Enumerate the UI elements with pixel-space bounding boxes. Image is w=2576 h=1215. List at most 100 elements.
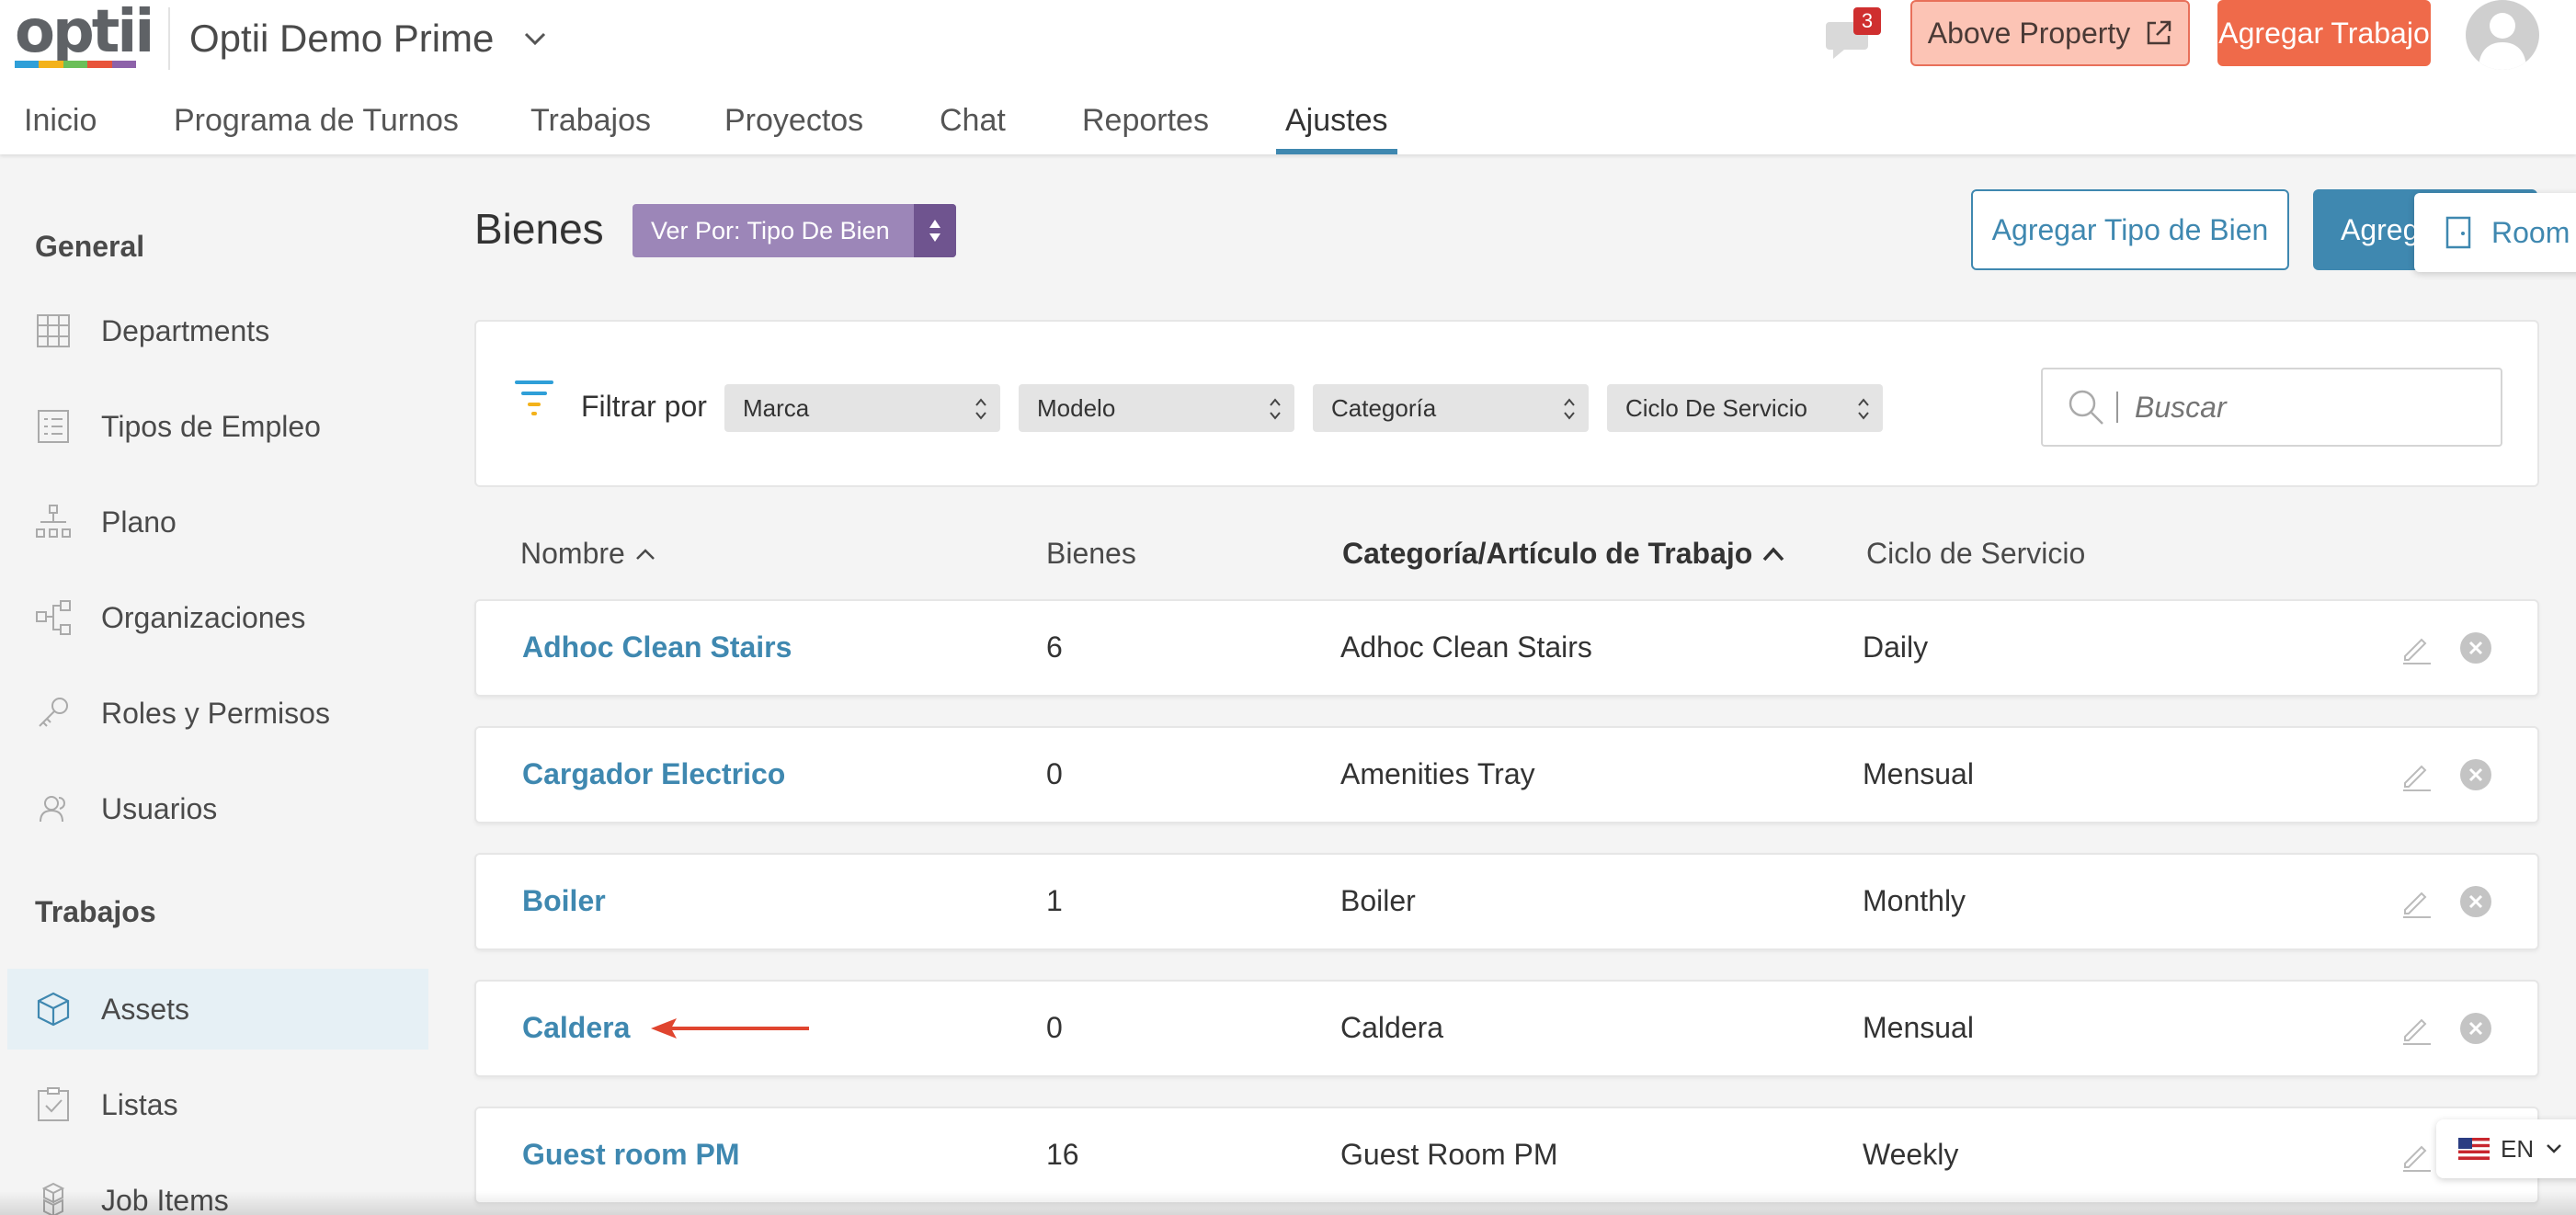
table-row: Cargador Electrico 0 Amenities Tray Mens… xyxy=(474,726,2539,823)
property-selector[interactable]: Optii Demo Prime xyxy=(189,13,549,64)
asset-category: Guest Room PM xyxy=(1340,1138,1558,1171)
add-asset-type-button[interactable]: Agregar Tipo de Bien xyxy=(1971,189,2289,270)
key-icon xyxy=(39,698,68,727)
select-arrows-icon xyxy=(1564,398,1575,420)
close-circle-icon[interactable] xyxy=(2458,884,2493,919)
user-avatar[interactable] xyxy=(2466,0,2539,70)
logo-color-bar xyxy=(15,61,137,68)
chevron-down-icon xyxy=(2547,1144,2562,1153)
sidebar-item-label: Departments xyxy=(101,313,270,347)
asset-category: Boiler xyxy=(1340,884,1416,917)
sidebar-item-label: Listas xyxy=(101,1087,178,1121)
asset-type-name-link[interactable]: Cargador Electrico xyxy=(522,757,785,791)
select-value: Categoría xyxy=(1331,393,1437,422)
column-label: Categoría/Artículo de Trabajo xyxy=(1342,537,1753,570)
nav-chat[interactable]: Chat xyxy=(940,97,1006,154)
select-value: Ciclo De Servicio xyxy=(1625,393,1807,422)
above-property-label: Above Property xyxy=(1927,16,2131,50)
filter-marca-select[interactable]: Marca xyxy=(724,384,1000,432)
page-title: Bienes xyxy=(474,205,604,253)
external-link-icon xyxy=(2148,20,2171,45)
sidebar-item-roles-y-permisos[interactable]: Roles y Permisos xyxy=(7,673,428,754)
top-header: optii Optii Demo Prime 3 Above Property … xyxy=(0,0,2576,154)
language-selector[interactable]: EN xyxy=(2436,1119,2576,1178)
nav-reportes[interactable]: Reportes xyxy=(1082,97,1209,154)
table-row: Guest room PM 16 Guest Room PM Weekly xyxy=(474,1107,2539,1204)
pencil-icon[interactable] xyxy=(2399,759,2433,792)
chevron-up-icon xyxy=(635,548,655,560)
close-circle-icon[interactable] xyxy=(2458,1011,2493,1046)
add-job-button[interactable]: Agregar Trabajo xyxy=(2217,0,2431,66)
table-row: Boiler 1 Boiler Monthly xyxy=(474,853,2539,950)
asset-count: 1 xyxy=(1046,884,1063,917)
filter-bar: Filtrar por Marca Modelo Categoría Ciclo… xyxy=(474,320,2539,487)
pencil-icon[interactable] xyxy=(2399,886,2433,919)
sidebar-item-departments[interactable]: Departments xyxy=(7,290,428,371)
language-code: EN xyxy=(2501,1134,2535,1163)
list-icon xyxy=(38,410,69,443)
filter-ciclo-select[interactable]: Ciclo De Servicio xyxy=(1607,384,1883,432)
sidebar-item-listas[interactable]: Listas xyxy=(7,1064,428,1145)
sidebar-item-tipos-de-empleo[interactable]: Tipos de Empleo xyxy=(7,386,428,467)
column-header-categoria[interactable]: Categoría/Artículo de Trabajo xyxy=(1342,537,1785,571)
bottom-shadow xyxy=(0,1191,2576,1215)
sidebar-section-general: General xyxy=(35,230,145,263)
column-header-bienes[interactable]: Bienes xyxy=(1046,537,1136,571)
sidebar-item-plano[interactable]: Plano xyxy=(7,482,428,562)
nav-programa-de-turnos[interactable]: Programa de Turnos xyxy=(174,97,459,154)
header-divider xyxy=(168,7,170,70)
sidebar-item-label: Organizaciones xyxy=(101,600,306,634)
chat-notifications[interactable]: 3 xyxy=(1826,7,1881,59)
chevron-up-icon xyxy=(1763,546,1784,561)
rooms-label: Room xyxy=(2491,215,2570,249)
cube-icon xyxy=(37,992,70,1027)
search-field[interactable] xyxy=(2041,368,2502,447)
sidebar-section-trabajos: Trabajos xyxy=(35,895,156,928)
sidebar-item-assets[interactable]: Assets xyxy=(7,969,428,1050)
rooms-popover[interactable]: Room xyxy=(2414,193,2576,272)
nav-inicio[interactable]: Inicio xyxy=(24,97,97,154)
close-circle-icon[interactable] xyxy=(2458,630,2493,665)
select-arrows-icon xyxy=(975,398,986,420)
sidebar-item-label: Usuarios xyxy=(101,791,218,825)
asset-category: Amenities Tray xyxy=(1340,757,1535,790)
sidebar-item-usuarios[interactable]: Usuarios xyxy=(7,768,428,849)
column-header-ciclo[interactable]: Ciclo de Servicio xyxy=(1866,537,2085,571)
sidebar-item-organizaciones[interactable]: Organizaciones xyxy=(7,577,428,658)
filter-categoria-select[interactable]: Categoría xyxy=(1313,384,1589,432)
pencil-icon[interactable] xyxy=(2399,1140,2433,1173)
sidebar-item-label: Tipos de Empleo xyxy=(101,409,321,443)
asset-type-name-link[interactable]: Caldera xyxy=(522,1011,630,1045)
logo-text: optii xyxy=(15,0,154,66)
nav-ajustes[interactable]: Ajustes xyxy=(1276,97,1397,154)
asset-type-name-link[interactable]: Boiler xyxy=(522,884,606,918)
nav-trabajos[interactable]: Trabajos xyxy=(530,97,651,154)
nav-proyectos[interactable]: Proyectos xyxy=(724,97,863,154)
view-by-select[interactable]: Ver Por: Tipo De Bien xyxy=(633,204,956,257)
column-header-nombre[interactable]: Nombre xyxy=(520,537,656,571)
asset-type-name-link[interactable]: Adhoc Clean Stairs xyxy=(522,630,792,664)
asset-type-name-link[interactable]: Guest room PM xyxy=(522,1138,739,1172)
filter-modelo-select[interactable]: Modelo xyxy=(1019,384,1294,432)
select-value: Modelo xyxy=(1037,393,1116,422)
search-separator xyxy=(2116,392,2118,423)
grid-icon xyxy=(37,314,70,347)
property-name: Optii Demo Prime xyxy=(189,17,495,60)
filter-icon xyxy=(515,380,553,415)
search-input[interactable] xyxy=(2135,390,2484,425)
annotation-arrow-icon xyxy=(651,1018,809,1039)
users-icon xyxy=(40,796,66,823)
above-property-button[interactable]: Above Property xyxy=(1910,0,2190,66)
table-row: Adhoc Clean Stairs 6 Adhoc Clean Stairs … xyxy=(474,599,2539,697)
select-arrows-icon xyxy=(1270,398,1281,420)
user-silhouette-icon xyxy=(2479,13,2526,70)
pencil-icon[interactable] xyxy=(2399,1013,2433,1046)
service-cycle: Mensual xyxy=(1863,1011,1974,1044)
chevron-down-icon xyxy=(525,32,546,46)
select-value: Marca xyxy=(743,393,810,422)
pencil-icon[interactable] xyxy=(2399,632,2433,665)
close-circle-icon[interactable] xyxy=(2458,757,2493,792)
column-label: Ciclo de Servicio xyxy=(1866,537,2086,570)
optii-logo[interactable]: optii xyxy=(15,0,154,68)
sidebar-item-label: Plano xyxy=(101,505,177,539)
